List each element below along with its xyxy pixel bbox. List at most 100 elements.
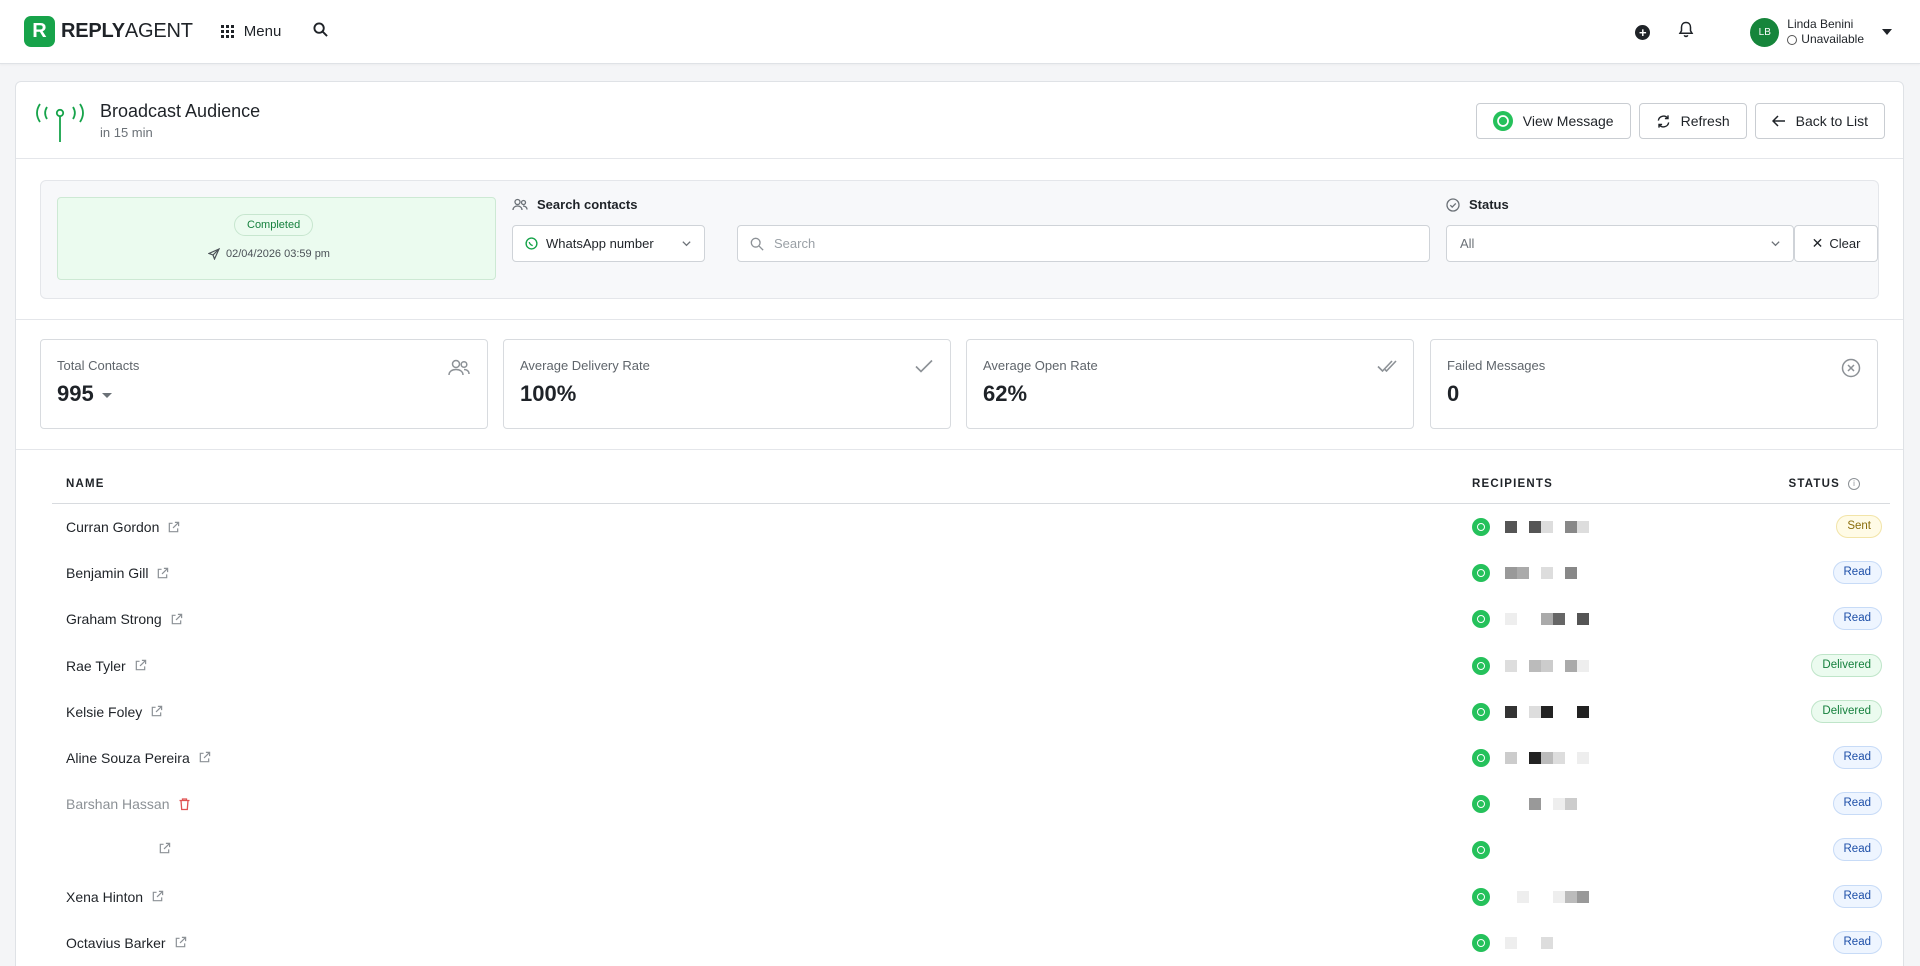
info-icon[interactable]: i [1848,478,1860,490]
contact-name: Xena Hinton [66,889,164,905]
status-badge: Completed [234,214,314,236]
table-row[interactable]: Curran Gordon Sent [52,504,1890,550]
user-status: Unavailable [1787,32,1864,47]
chevron-down-icon [682,241,691,247]
external-link-icon[interactable] [167,521,180,534]
external-link-icon[interactable] [156,567,169,580]
page-subtitle: in 15 min [100,125,153,140]
status-filter-label: Status [1446,197,1509,212]
users-icon [512,198,528,210]
divider [16,449,1903,450]
table-row[interactable]: Octavius Barker Read [52,920,1890,966]
contact-name: Benjamin Gill [66,565,169,581]
replyagent-logo-icon: R [24,16,55,47]
external-link-icon[interactable] [174,936,187,949]
external-link-icon[interactable] [158,842,171,855]
table-row[interactable]: Kelsie Foley Delivered [52,689,1890,735]
sent-date: 02/04/2026 03:59 pm [208,248,330,260]
global-search-button[interactable] [313,21,329,42]
external-link-icon[interactable] [170,613,183,626]
external-link-icon[interactable] [134,659,147,672]
external-link-icon[interactable] [198,751,211,764]
status-badge: Read [1832,561,1882,585]
caret-down-icon[interactable] [101,392,112,398]
table-row[interactable]: Benjamin Gill Read [52,550,1890,596]
contact-name: Octavius Barker [66,935,187,951]
whatsapp-icon [1472,610,1490,629]
external-link-icon[interactable] [150,705,163,718]
user-menu[interactable]: LB Linda Benini Unavailable [1750,17,1892,47]
search-contacts-box[interactable] [737,225,1430,262]
grid-icon [220,25,234,38]
whatsapp-icon [1472,841,1490,860]
whatsapp-icon [1492,111,1513,131]
whatsapp-icon [1472,795,1490,814]
menu-label: Menu [243,23,282,40]
stat-average-open-rate: Average Open Rate 62% [966,339,1414,429]
stat-average-delivery-rate: Average Delivery Rate 100% [503,339,951,429]
broadcast-status-box: Completed 02/04/2026 03:59 pm [57,197,496,280]
status-badge: Sent [1836,515,1882,538]
column-header-status: STATUS i [1789,478,1860,490]
double-check-icon [1377,360,1397,373]
contact-name: Rae Tyler [66,658,147,674]
add-icon[interactable]: + [1635,24,1651,40]
external-link-icon[interactable] [151,890,164,903]
contact-name: Barshan Hassan [66,796,191,812]
menu-button[interactable]: Menu [220,23,282,40]
status-filter-select[interactable]: All [1446,225,1794,262]
view-message-button[interactable]: View Message [1475,103,1631,139]
contact-name: Curran Gordon [66,519,180,535]
brand-logo-link[interactable]: R REPLYAGENT [24,16,193,47]
user-name: Linda Benini [1787,17,1854,31]
search-icon [313,21,329,37]
whatsapp-icon [525,237,538,250]
table-row[interactable]: Aline Souza Pereira Read [52,735,1890,781]
chevron-down-icon [1771,241,1780,247]
search-contacts-label: Search contacts [512,197,637,212]
redacted-phone-number [1505,521,1589,533]
status-ring-icon [1787,34,1798,45]
x-circle-icon [1841,358,1861,378]
chevron-down-icon [1882,29,1892,35]
table-row[interactable]: Xena Hinton Read [52,874,1890,920]
contact-name: Graham Strong [66,611,183,627]
table-row[interactable]: Barshan Hassan Read [52,781,1890,827]
status-badge: Read [1832,930,1882,954]
redacted-phone-number [1505,705,1589,718]
redacted-phone-number [1505,890,1589,903]
search-input[interactable] [774,236,1414,251]
whatsapp-icon [1472,887,1490,906]
table-header: NAME RECIPIENTS STATUS i [52,465,1890,504]
trash-icon[interactable] [178,797,191,811]
page-title: Broadcast Audience [100,101,261,121]
status-badge: Delivered [1811,653,1882,677]
broadcast-icon [36,103,84,142]
refresh-button[interactable]: Refresh [1638,103,1747,139]
check-circle-icon [1446,197,1460,212]
top-navbar: R REPLYAGENT Menu + LB Linda Benini Unav… [0,0,1920,64]
status-badge: Read [1832,607,1882,631]
table-row[interactable]: Rae Tyler Delivered [52,643,1890,689]
filters-panel: Completed 02/04/2026 03:59 pm Search con… [40,180,1879,299]
search-field-select[interactable]: WhatsApp number [512,225,705,262]
redacted-phone-number [1505,567,1589,580]
column-header-name[interactable]: NAME [66,478,105,490]
column-header-recipients: RECIPIENTS [1472,478,1554,490]
table-row[interactable]: Read [52,827,1890,873]
divider [16,319,1903,320]
avatar: LB [1750,17,1780,47]
table-row[interactable]: Graham Strong Read [52,596,1890,642]
status-badge: Read [1832,792,1882,816]
redacted-phone-number [1505,659,1589,672]
search-icon [750,237,764,251]
table-body: Curran Gordon Sent Benjamin Gill Read Graham… [52,504,1890,966]
notifications-button[interactable] [1678,21,1694,43]
contact-name: Aline Souza Pereira [66,750,211,766]
back-to-list-button[interactable]: Back to List [1754,103,1885,139]
broadcast-audience-card: Broadcast Audience in 15 min View Messag… [15,81,1904,966]
status-badge: Read [1832,838,1882,862]
clear-filters-button[interactable]: ✕ Clear [1794,225,1878,262]
refresh-icon [1656,114,1671,129]
stat-failed-messages: Failed Messages 0 [1430,339,1878,429]
